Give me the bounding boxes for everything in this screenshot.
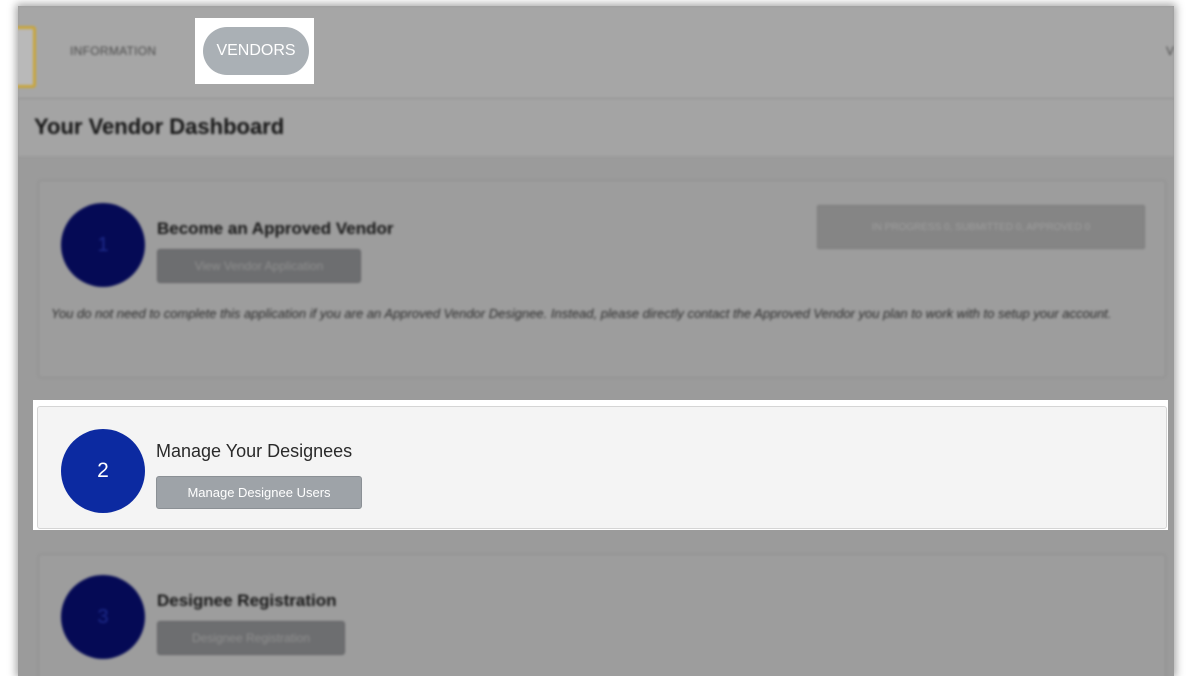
card-manage-designees: 2 Manage Your Designees Manage Designee … bbox=[37, 406, 1167, 529]
nav-item-information[interactable]: INFORMATION bbox=[70, 44, 156, 58]
card-note: You do not need to complete this applica… bbox=[51, 306, 1112, 321]
card-approved-vendor: 1 Become an Approved Vendor View Vendor … bbox=[38, 180, 1166, 378]
step-circle-2: 2 bbox=[61, 429, 145, 513]
nav-item-right[interactable]: V bbox=[1166, 44, 1174, 58]
top-nav: INFORMATION V bbox=[18, 6, 1174, 98]
card-designee-registration: 3 Designee Registration Designee Registr… bbox=[38, 554, 1166, 676]
page-header: Your Vendor Dashboard bbox=[18, 98, 1174, 156]
step-circle-3: 3 bbox=[61, 575, 145, 659]
card-title: Become an Approved Vendor bbox=[157, 219, 394, 238]
view-vendor-application-button[interactable]: View Vendor Application bbox=[157, 249, 361, 283]
manage-designee-users-button[interactable]: Manage Designee Users bbox=[156, 476, 362, 509]
page-title: Your Vendor Dashboard bbox=[34, 114, 285, 139]
screenshot-frame: INFORMATION V Your Vendor Dashboard 1 Be… bbox=[18, 6, 1174, 676]
application-status-badge: IN PROGRESS 0, SUBMITTED 0, APPROVED 0 bbox=[817, 205, 1145, 249]
card-title: Designee Registration bbox=[157, 591, 337, 610]
logo bbox=[18, 26, 36, 88]
card-title: Manage Your Designees bbox=[156, 441, 353, 461]
step-circle-1: 1 bbox=[61, 203, 145, 287]
designee-registration-button[interactable]: Designee Registration bbox=[157, 621, 345, 655]
nav-item-vendors[interactable]: VENDORS bbox=[203, 27, 309, 75]
